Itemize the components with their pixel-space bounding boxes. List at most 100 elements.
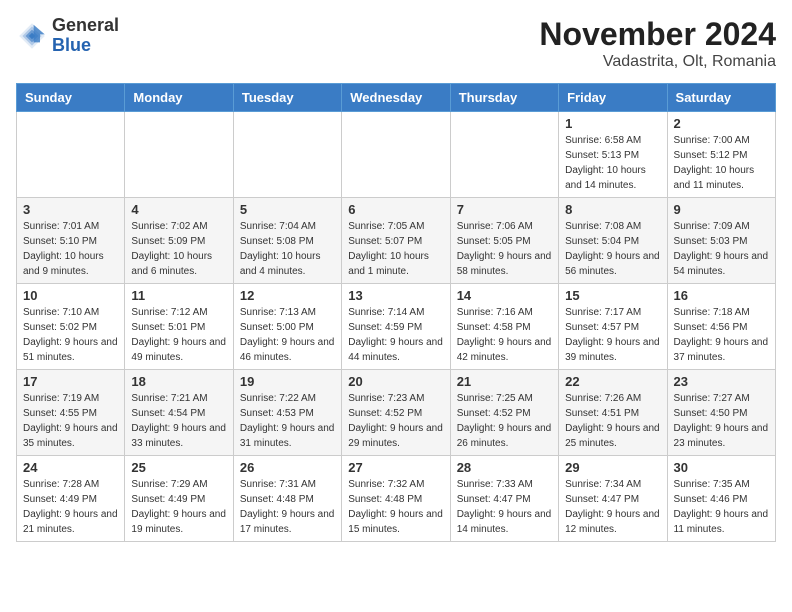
day-info: Sunrise: 7:02 AMSunset: 5:09 PMDaylight:… xyxy=(131,219,226,279)
day-number: 23 xyxy=(674,374,769,389)
calendar-day-cell: 20 Sunrise: 7:23 AMSunset: 4:52 PMDayligh… xyxy=(342,370,450,456)
calendar-day-cell: 15 Sunrise: 7:17 AMSunset: 4:57 PMDayligh… xyxy=(559,284,667,370)
day-info: Sunrise: 7:29 AMSunset: 4:49 PMDaylight:… xyxy=(131,477,226,537)
day-number: 9 xyxy=(674,202,769,217)
day-number: 6 xyxy=(348,202,443,217)
day-of-week-header: Sunday xyxy=(17,84,125,112)
day-info: Sunrise: 7:23 AMSunset: 4:52 PMDaylight:… xyxy=(348,391,443,451)
calendar-day-cell: 25 Sunrise: 7:29 AMSunset: 4:49 PMDayligh… xyxy=(125,456,233,542)
calendar-day-cell xyxy=(233,112,341,198)
day-number: 4 xyxy=(131,202,226,217)
calendar-week-row: 10Sunrise: 7:10 AMSunset: 5:02 PMDayligh… xyxy=(17,284,776,370)
day-info: Sunrise: 7:26 AMSunset: 4:51 PMDaylight:… xyxy=(565,391,660,451)
day-number: 25 xyxy=(131,460,226,475)
day-info: Sunrise: 7:01 AMSunset: 5:10 PMDaylight:… xyxy=(23,219,118,279)
day-info: Sunrise: 7:17 AMSunset: 4:57 PMDaylight:… xyxy=(565,305,660,365)
day-number: 1 xyxy=(565,116,660,131)
day-info: Sunrise: 7:10 AMSunset: 5:02 PMDaylight:… xyxy=(23,305,118,365)
day-number: 11 xyxy=(131,288,226,303)
day-info: Sunrise: 7:34 AMSunset: 4:47 PMDaylight:… xyxy=(565,477,660,537)
calendar-day-cell xyxy=(450,112,558,198)
calendar-day-cell: 23Sunrise: 7:27 AMSunset: 4:50 PMDayligh… xyxy=(667,370,775,456)
calendar-day-cell: 7 Sunrise: 7:06 AMSunset: 5:05 PMDaylight… xyxy=(450,198,558,284)
day-number: 26 xyxy=(240,460,335,475)
calendar-day-cell: 8 Sunrise: 7:08 AMSunset: 5:04 PMDaylight… xyxy=(559,198,667,284)
day-number: 27 xyxy=(348,460,443,475)
day-info: Sunrise: 7:09 AMSunset: 5:03 PMDaylight:… xyxy=(674,219,769,279)
calendar-day-cell: 10Sunrise: 7:10 AMSunset: 5:02 PMDayligh… xyxy=(17,284,125,370)
calendar-day-cell: 4 Sunrise: 7:02 AMSunset: 5:09 PMDaylight… xyxy=(125,198,233,284)
logo: General Blue xyxy=(16,16,119,56)
day-number: 21 xyxy=(457,374,552,389)
calendar-day-cell: 21 Sunrise: 7:25 AMSunset: 4:52 PMDayligh… xyxy=(450,370,558,456)
calendar-day-cell: 5 Sunrise: 7:04 AMSunset: 5:08 PMDaylight… xyxy=(233,198,341,284)
day-number: 3 xyxy=(23,202,118,217)
day-info: Sunrise: 6:58 AMSunset: 5:13 PMDaylight:… xyxy=(565,133,660,193)
day-info: Sunrise: 7:35 AMSunset: 4:46 PMDaylight:… xyxy=(674,477,769,537)
calendar-day-cell: 18 Sunrise: 7:21 AMSunset: 4:54 PMDayligh… xyxy=(125,370,233,456)
location: Vadastrita, Olt, Romania xyxy=(539,53,776,71)
calendar-day-cell: 12 Sunrise: 7:13 AMSunset: 5:00 PMDayligh… xyxy=(233,284,341,370)
day-number: 5 xyxy=(240,202,335,217)
day-info: Sunrise: 7:13 AMSunset: 5:00 PMDaylight:… xyxy=(240,305,335,365)
title-section: November 2024 Vadastrita, Olt, Romania xyxy=(539,16,776,71)
day-number: 2 xyxy=(674,116,769,131)
calendar-day-cell: 27 Sunrise: 7:32 AMSunset: 4:48 PMDayligh… xyxy=(342,456,450,542)
day-number: 22 xyxy=(565,374,660,389)
day-info: Sunrise: 7:31 AMSunset: 4:48 PMDaylight:… xyxy=(240,477,335,537)
day-info: Sunrise: 7:22 AMSunset: 4:53 PMDaylight:… xyxy=(240,391,335,451)
calendar-day-cell: 16Sunrise: 7:18 AMSunset: 4:56 PMDayligh… xyxy=(667,284,775,370)
logo-text: General Blue xyxy=(52,16,119,56)
day-number: 18 xyxy=(131,374,226,389)
day-number: 13 xyxy=(348,288,443,303)
day-number: 15 xyxy=(565,288,660,303)
calendar-day-cell xyxy=(342,112,450,198)
calendar-week-row: 1 Sunrise: 6:58 AMSunset: 5:13 PMDaylight… xyxy=(17,112,776,198)
day-of-week-header: Thursday xyxy=(450,84,558,112)
day-of-week-header: Tuesday xyxy=(233,84,341,112)
calendar-day-cell: 29 Sunrise: 7:34 AMSunset: 4:47 PMDayligh… xyxy=(559,456,667,542)
calendar-day-cell: 2 Sunrise: 7:00 AMSunset: 5:12 PMDaylight… xyxy=(667,112,775,198)
day-info: Sunrise: 7:04 AMSunset: 5:08 PMDaylight:… xyxy=(240,219,335,279)
day-number: 12 xyxy=(240,288,335,303)
day-info: Sunrise: 7:32 AMSunset: 4:48 PMDaylight:… xyxy=(348,477,443,537)
day-info: Sunrise: 7:12 AMSunset: 5:01 PMDaylight:… xyxy=(131,305,226,365)
calendar-day-cell: 14Sunrise: 7:16 AMSunset: 4:58 PMDayligh… xyxy=(450,284,558,370)
day-of-week-header: Wednesday xyxy=(342,84,450,112)
day-info: Sunrise: 7:05 AMSunset: 5:07 PMDaylight:… xyxy=(348,219,443,279)
day-info: Sunrise: 7:21 AMSunset: 4:54 PMDaylight:… xyxy=(131,391,226,451)
day-number: 24 xyxy=(23,460,118,475)
day-of-week-header: Saturday xyxy=(667,84,775,112)
day-number: 7 xyxy=(457,202,552,217)
day-number: 20 xyxy=(348,374,443,389)
calendar-day-cell: 3 Sunrise: 7:01 AMSunset: 5:10 PMDaylight… xyxy=(17,198,125,284)
calendar-day-cell: 19Sunrise: 7:22 AMSunset: 4:53 PMDayligh… xyxy=(233,370,341,456)
day-info: Sunrise: 7:06 AMSunset: 5:05 PMDaylight:… xyxy=(457,219,552,279)
calendar-day-cell: 1 Sunrise: 6:58 AMSunset: 5:13 PMDaylight… xyxy=(559,112,667,198)
day-of-week-header: Friday xyxy=(559,84,667,112)
day-number: 28 xyxy=(457,460,552,475)
calendar-day-cell: 17Sunrise: 7:19 AMSunset: 4:55 PMDayligh… xyxy=(17,370,125,456)
calendar-day-cell: 30Sunrise: 7:35 AMSunset: 4:46 PMDayligh… xyxy=(667,456,775,542)
calendar-week-row: 3 Sunrise: 7:01 AMSunset: 5:10 PMDaylight… xyxy=(17,198,776,284)
calendar-day-cell: 6 Sunrise: 7:05 AMSunset: 5:07 PMDaylight… xyxy=(342,198,450,284)
day-info: Sunrise: 7:25 AMSunset: 4:52 PMDaylight:… xyxy=(457,391,552,451)
day-info: Sunrise: 7:19 AMSunset: 4:55 PMDaylight:… xyxy=(23,391,118,451)
calendar-table: SundayMondayTuesdayWednesdayThursdayFrid… xyxy=(16,83,776,542)
day-number: 29 xyxy=(565,460,660,475)
calendar-header: SundayMondayTuesdayWednesdayThursdayFrid… xyxy=(17,84,776,112)
calendar-day-cell xyxy=(125,112,233,198)
day-number: 8 xyxy=(565,202,660,217)
day-info: Sunrise: 7:08 AMSunset: 5:04 PMDaylight:… xyxy=(565,219,660,279)
calendar-day-cell: 26 Sunrise: 7:31 AMSunset: 4:48 PMDayligh… xyxy=(233,456,341,542)
calendar-day-cell: 22 Sunrise: 7:26 AMSunset: 4:51 PMDayligh… xyxy=(559,370,667,456)
calendar-day-cell: 13Sunrise: 7:14 AMSunset: 4:59 PMDayligh… xyxy=(342,284,450,370)
calendar-day-cell: 24 Sunrise: 7:28 AMSunset: 4:49 PMDayligh… xyxy=(17,456,125,542)
logo-icon xyxy=(16,20,48,52)
day-info: Sunrise: 7:00 AMSunset: 5:12 PMDaylight:… xyxy=(674,133,769,193)
day-info: Sunrise: 7:18 AMSunset: 4:56 PMDaylight:… xyxy=(674,305,769,365)
page-header: General Blue November 2024 Vadastrita, O… xyxy=(16,16,776,71)
day-info: Sunrise: 7:28 AMSunset: 4:49 PMDaylight:… xyxy=(23,477,118,537)
calendar-day-cell: 9 Sunrise: 7:09 AMSunset: 5:03 PMDaylight… xyxy=(667,198,775,284)
month-title: November 2024 xyxy=(539,16,776,53)
